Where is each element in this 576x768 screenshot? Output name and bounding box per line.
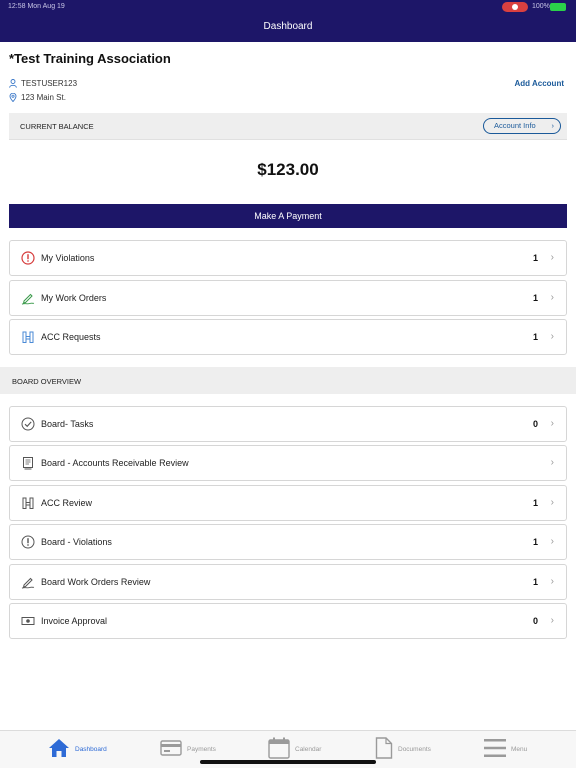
tab-label: Menu	[511, 745, 528, 753]
account-info-label: Account Info	[494, 121, 536, 130]
username: TESTUSER123	[21, 79, 78, 88]
credit-card-icon	[160, 740, 182, 758]
tab-calendar[interactable]: Calendar	[268, 736, 321, 762]
calendar-icon	[268, 737, 290, 761]
list-item-board-violations[interactable]: Board - Violations 1 ›	[9, 524, 567, 560]
chevron-right-icon: ›	[550, 536, 554, 547]
association-name: *Test Training Association	[9, 51, 171, 66]
list-item-label: My Work Orders	[41, 293, 107, 303]
section-title: BOARD OVERVIEW	[12, 377, 82, 386]
list-item-board-work-orders-review[interactable]: Board Work Orders Review 1 ›	[9, 564, 567, 600]
list-item-label: Invoice Approval	[41, 616, 108, 626]
alert-circle-icon	[21, 251, 35, 265]
list-item-count: 1	[532, 498, 538, 508]
list-item-label: Board Work Orders Review	[41, 577, 151, 587]
tab-dashboard[interactable]: Dashboard	[48, 736, 107, 762]
list-item-my-work-orders[interactable]: My Work Orders 1 ›	[9, 280, 567, 316]
tab-label: Calendar	[295, 745, 322, 753]
list-item-count: 1	[532, 253, 538, 263]
chevron-right-icon: ›	[550, 497, 554, 508]
address: 123 Main St.	[21, 93, 66, 102]
location-pin-icon	[9, 93, 17, 102]
status-time: 12:58 Mon Aug 19	[8, 3, 65, 10]
pen-sign-icon	[21, 575, 35, 589]
list-item-count: 1	[532, 293, 538, 303]
list-item-my-violations[interactable]: My Violations 1 ›	[9, 240, 567, 276]
tab-label: Dashboard	[75, 745, 107, 753]
chevron-right-icon: ›	[550, 615, 554, 626]
account-info-button[interactable]: Account Info ›	[483, 118, 561, 134]
tab-menu[interactable]: Menu	[484, 736, 527, 762]
status-bar: 12:58 Mon Aug 19 100%	[0, 0, 576, 14]
list-item-label: My Violations	[41, 253, 95, 263]
ledger-icon	[21, 456, 35, 470]
screen-record-icon[interactable]	[502, 2, 528, 12]
user-line: TESTUSER123	[9, 79, 77, 88]
list-item-board-tasks[interactable]: Board- Tasks 0 ›	[9, 406, 567, 442]
balance-bar: CURRENT BALANCE Account Info ›	[9, 113, 567, 140]
chevron-right-icon: ›	[550, 292, 554, 303]
chevron-right-icon: ›	[551, 121, 555, 130]
list-item-label: Board- Tasks	[41, 419, 94, 429]
list-item-invoice-approval[interactable]: Invoice Approval 0 ›	[9, 603, 567, 639]
chevron-right-icon: ›	[550, 418, 554, 429]
tab-label: Documents	[398, 745, 431, 753]
tab-documents[interactable]: Documents	[375, 736, 431, 762]
chevron-right-icon: ›	[550, 576, 554, 587]
add-account-link[interactable]: Add Account	[515, 79, 564, 88]
user-icon	[9, 79, 17, 88]
home-indicator[interactable]	[200, 760, 376, 764]
chevron-right-icon: ›	[550, 457, 554, 468]
list-item-count: 0	[532, 616, 538, 626]
chevron-right-icon: ›	[550, 252, 554, 263]
list-item-accounts-receivable-review[interactable]: Board - Accounts Receivable Review ›	[9, 445, 567, 481]
board-overview-header: BOARD OVERVIEW	[0, 367, 576, 394]
tab-label: Payments	[187, 745, 216, 753]
list-item-acc-requests[interactable]: ACC Requests 1 ›	[9, 319, 567, 355]
list-item-label: ACC Requests	[41, 332, 101, 342]
list-item-label: Board - Violations	[41, 537, 112, 547]
home-icon	[48, 738, 70, 760]
chevron-right-icon: ›	[550, 331, 554, 342]
list-item-count: 1	[532, 537, 538, 547]
menu-icon	[484, 738, 506, 760]
tab-payments[interactable]: Payments	[160, 736, 216, 762]
check-circle-icon	[21, 417, 35, 431]
cash-icon	[21, 614, 35, 628]
list-item-label: ACC Review	[41, 498, 93, 508]
nav-title: Dashboard	[0, 14, 576, 42]
alert-circle-icon	[21, 535, 35, 549]
list-item-label: Board - Accounts Receivable Review	[41, 458, 189, 468]
list-item-acc-review[interactable]: ACC Review 1 ›	[9, 485, 567, 521]
battery-percent: 100%	[532, 3, 550, 10]
address-line: 123 Main St.	[9, 93, 66, 102]
make-payment-button[interactable]: Make A Payment	[9, 204, 567, 228]
battery-icon	[550, 3, 566, 11]
building-icon	[21, 330, 35, 344]
list-item-count: 0	[532, 419, 538, 429]
document-icon	[375, 737, 393, 761]
list-item-count: 1	[532, 577, 538, 587]
building-icon	[21, 496, 35, 510]
list-item-count: 1	[532, 332, 538, 342]
balance-label: CURRENT BALANCE	[20, 122, 94, 131]
pen-sign-icon	[21, 291, 35, 305]
balance-amount: $123.00	[257, 160, 319, 179]
